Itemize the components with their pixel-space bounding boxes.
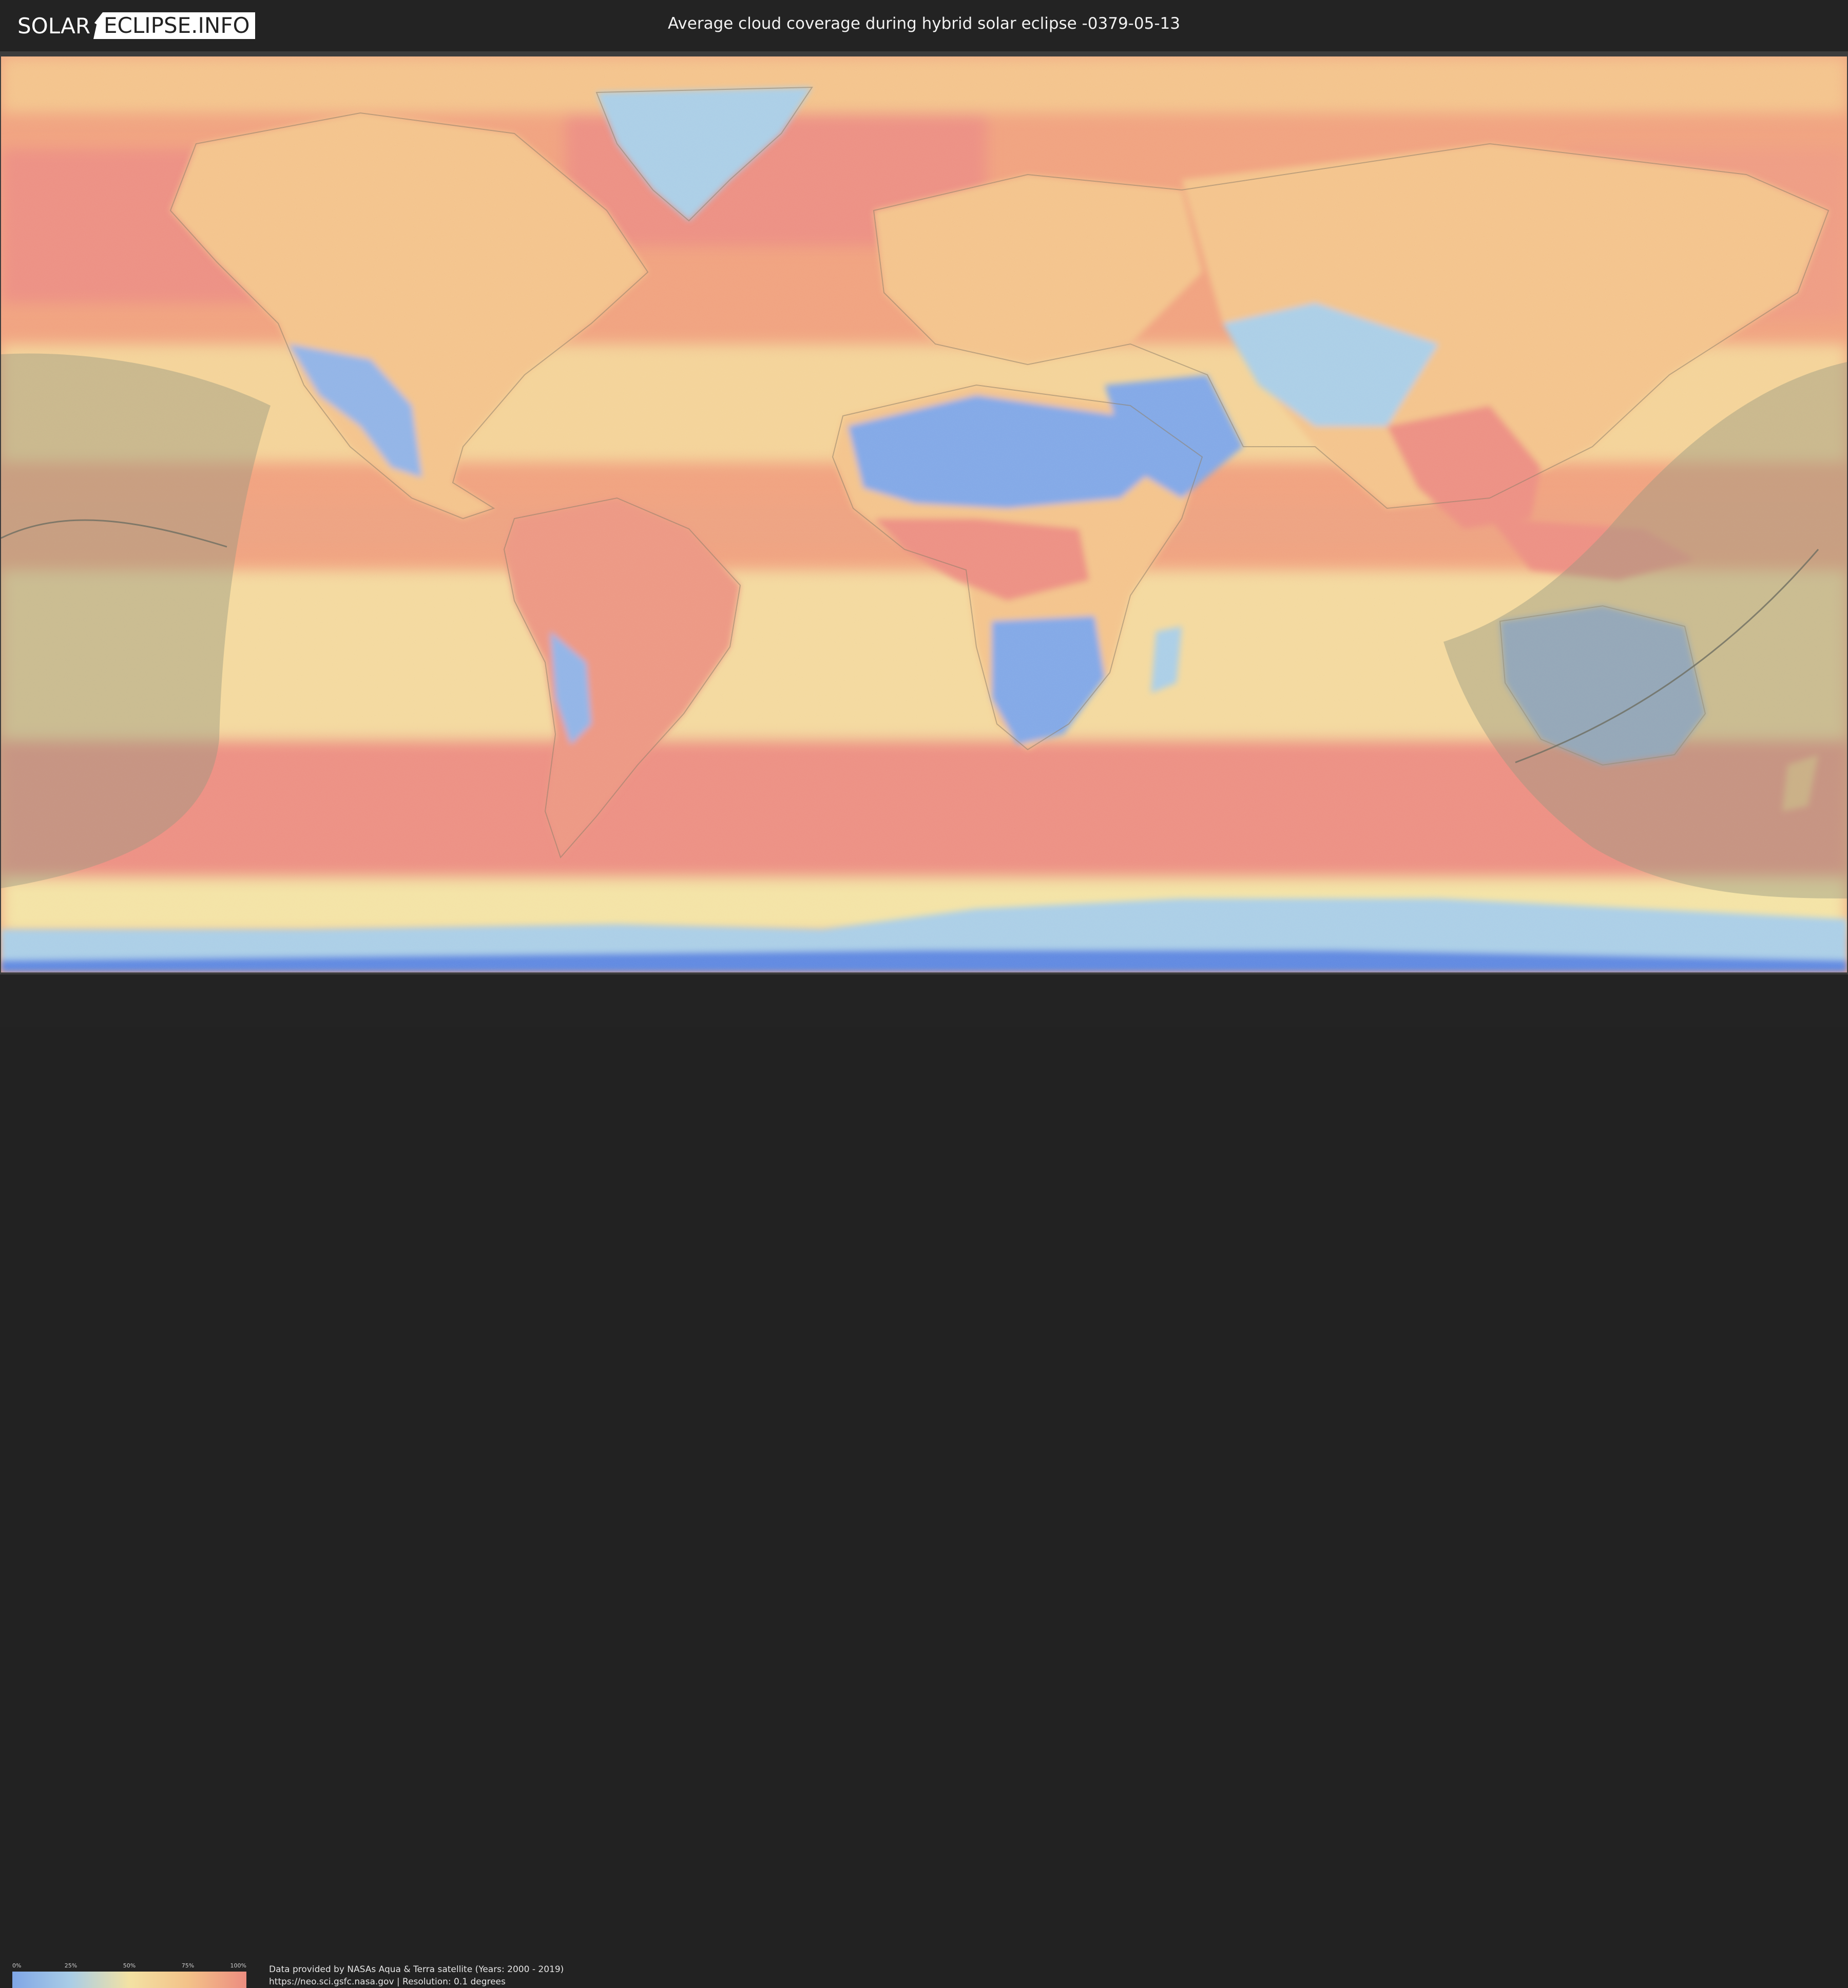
legend-tick-75: 75% [181,1962,195,1969]
map-frame [0,51,1848,974]
legend-tick-100: 100% [230,1962,246,1969]
header-bar: SOLAR ECLIPSE.INFO Average cloud coverag… [0,0,1848,51]
legend-tick-0: 0% [12,1962,22,1969]
legend-tick-25: 25% [64,1962,78,1969]
cloud-coverage-map[interactable] [1,56,1847,972]
legend-tick-50: 50% [123,1962,136,1969]
legend-tick-row: 0% 25% 50% 75% 100% [12,1962,246,1970]
legend-color-bar [12,1972,246,1988]
source-link[interactable]: https://neo.sci.gsfc.nasa.gov | Resoluti… [269,1977,506,1987]
data-credit: Data provided by NASAs Aqua & Terra sate… [269,1964,564,1975]
cloud-texture [1,56,1847,972]
footer-bar: 0% 25% 50% 75% 100% Data provided by NAS… [0,974,1848,1988]
page-title: Average cloud coverage during hybrid sol… [668,14,1180,33]
